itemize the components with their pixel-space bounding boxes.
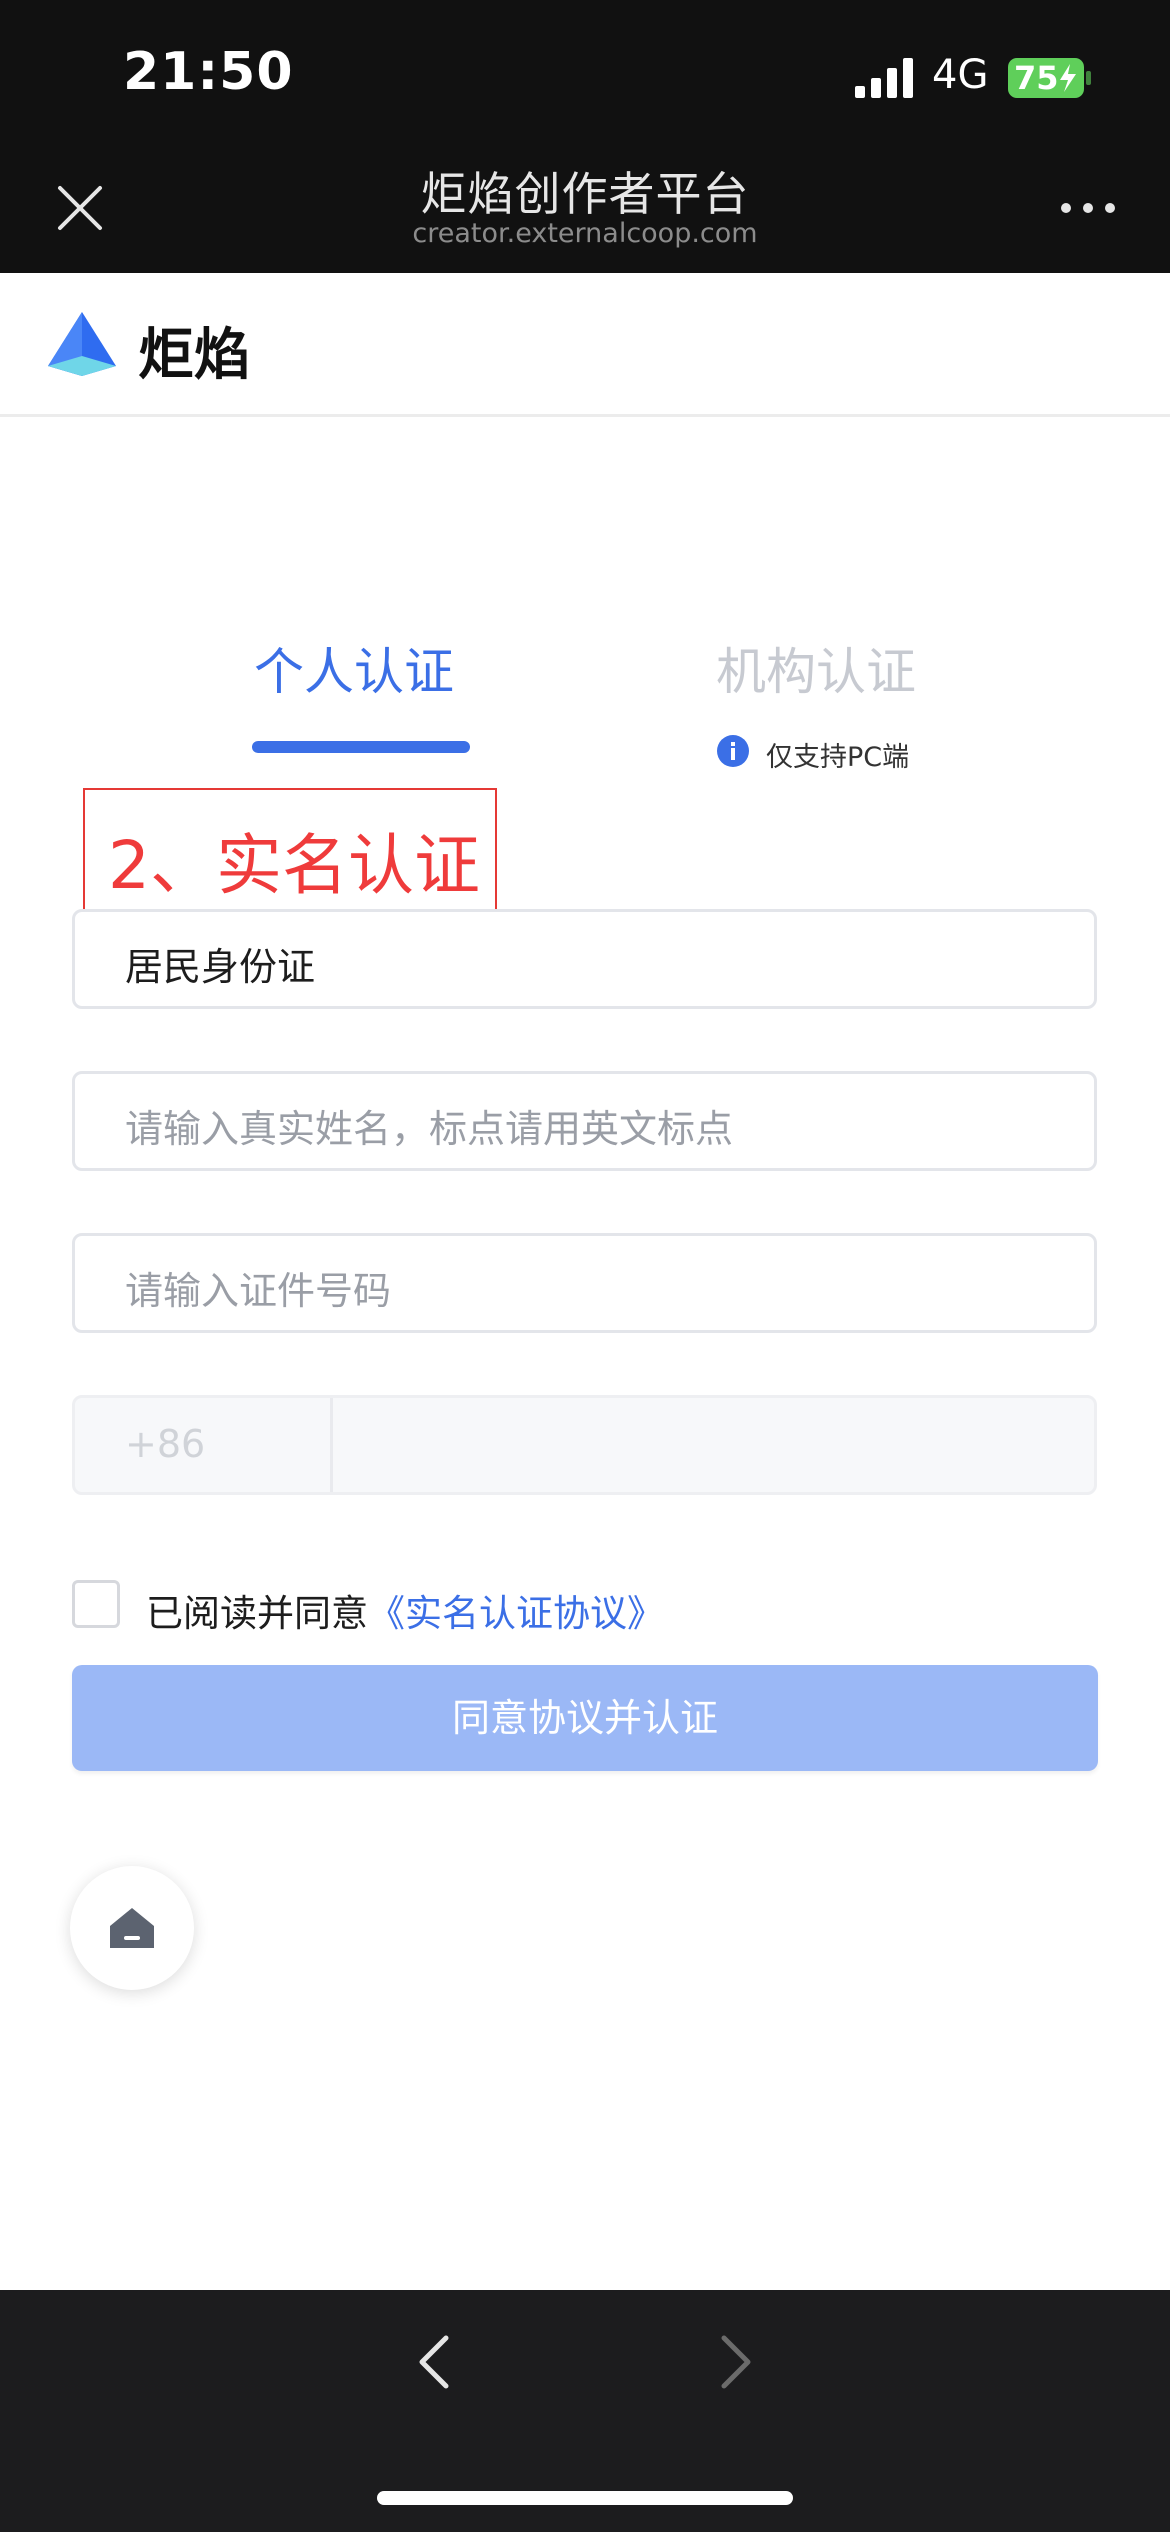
- chevron-right-icon[interactable]: [710, 2330, 760, 2394]
- agree-and-verify-button[interactable]: 同意协议并认证: [72, 1665, 1098, 1771]
- real-name-placeholder: 请输入真实姓名，标点请用英文标点: [125, 1107, 734, 1151]
- pc-only-note: 仅支持PC端: [766, 742, 910, 773]
- triangle-logo-icon[interactable]: [46, 308, 118, 380]
- tab-personal-verification[interactable]: 个人认证: [144, 632, 564, 704]
- brand-name: 炬焰: [138, 323, 250, 388]
- battery-charging-icon: 75: [1008, 58, 1092, 98]
- chevron-left-icon[interactable]: [410, 2330, 460, 2394]
- id-number-input[interactable]: 请输入证件号码: [72, 1233, 1097, 1333]
- carrier-label: 4G: [932, 52, 989, 98]
- tab-organization-verification[interactable]: 机构认证: [606, 632, 1026, 704]
- page-url: creator.externalcoop.com: [412, 218, 758, 249]
- home-icon: [110, 1908, 154, 1948]
- id-type-select[interactable]: 居民身份证: [72, 909, 1097, 1009]
- signal-bars-icon: [855, 58, 913, 98]
- info-icon: [717, 735, 749, 767]
- agreement-text: 已阅读并同意《实名认证协议》: [146, 1583, 664, 1637]
- real-name-input[interactable]: 请输入真实姓名，标点请用英文标点: [72, 1071, 1097, 1171]
- page-title: 炬焰创作者平台: [420, 167, 750, 221]
- agreement-checkbox[interactable]: [72, 1580, 120, 1628]
- phone-divider: [330, 1398, 333, 1492]
- phone-country-code[interactable]: +86: [125, 1422, 205, 1466]
- status-time: 21:50: [123, 42, 294, 102]
- agreement-link[interactable]: 《实名认证协议》: [368, 1592, 664, 1635]
- home-indicator: [377, 2491, 793, 2505]
- agreement-prefix: 已阅读并同意: [146, 1592, 368, 1635]
- id-type-value: 居民身份证: [125, 945, 316, 989]
- step-annotation-label: 2、实名认证: [108, 827, 480, 904]
- battery-level: 75: [1014, 59, 1059, 97]
- more-icon[interactable]: [1058, 200, 1118, 216]
- active-tab-indicator: [252, 741, 470, 753]
- floating-home-button[interactable]: [70, 1866, 194, 1990]
- phone-input[interactable]: +86: [72, 1395, 1097, 1495]
- id-number-placeholder: 请输入证件号码: [125, 1269, 392, 1313]
